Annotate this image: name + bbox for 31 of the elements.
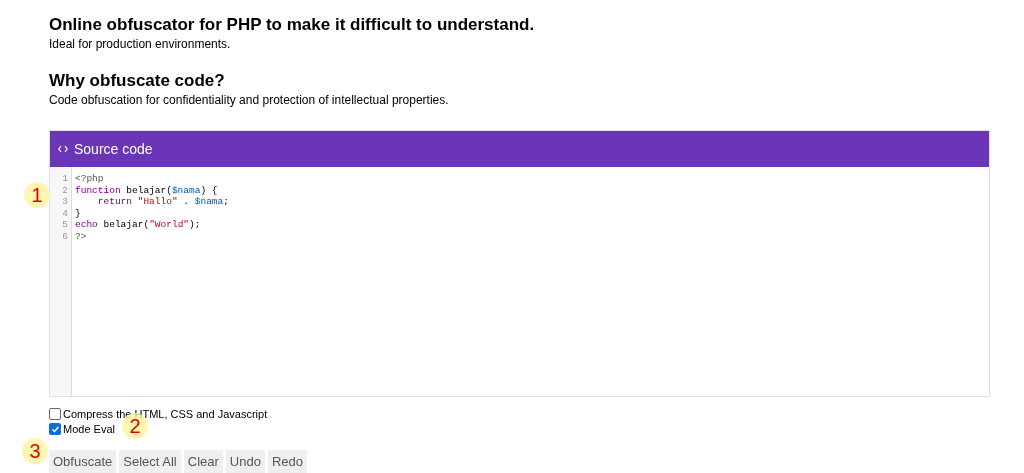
section-heading: Why obfuscate code? xyxy=(49,70,226,92)
checkbox-label: Compress the HTML, CSS and Javascript xyxy=(63,407,268,420)
code-line: function belajar($nama) { xyxy=(75,184,219,196)
checkbox[interactable] xyxy=(49,408,61,420)
code-line: } xyxy=(75,207,82,219)
line-number: 2 xyxy=(61,184,68,196)
checkbox-label: Mode Eval xyxy=(63,422,115,436)
code-line: return "Hallo" . $nama; xyxy=(96,196,229,208)
section-text: Code obfuscation for confidentiality and protection of intellectual properties. xyxy=(49,92,450,108)
action-button[interactable]: Clear xyxy=(183,450,223,473)
subtitle: Ideal for production environments. xyxy=(49,36,232,52)
line-number: 1 xyxy=(61,173,68,185)
action-button[interactable]: Undo xyxy=(225,450,265,473)
check-icon xyxy=(50,424,60,434)
line-number: 3 xyxy=(61,196,68,208)
checkbox[interactable] xyxy=(49,423,61,435)
annotation-marker: 3 xyxy=(22,438,48,464)
page-title: Online obfuscator for PHP to make it difficult to understand. xyxy=(49,14,536,36)
code-line: <?php xyxy=(75,173,105,185)
code-line: echo belajar("World"); xyxy=(75,219,202,231)
action-button[interactable]: Obfuscate xyxy=(49,450,117,473)
line-number: 6 xyxy=(61,230,68,242)
action-button[interactable]: Redo xyxy=(267,450,307,473)
line-number: 5 xyxy=(61,219,68,231)
code-editor[interactable]: 1 2 3 4 5 6 <?php function belajar($nama) { return "Hallo" . $nama; } echo belajar("World"); ?> xyxy=(50,167,989,396)
code-icon xyxy=(58,145,68,153)
line-number: 4 xyxy=(61,207,68,219)
annotation-marker: 1 xyxy=(24,182,50,208)
action-button[interactable]: Select All xyxy=(119,450,181,473)
code-line: ?> xyxy=(75,230,88,242)
panel-title: Source code xyxy=(74,139,153,159)
